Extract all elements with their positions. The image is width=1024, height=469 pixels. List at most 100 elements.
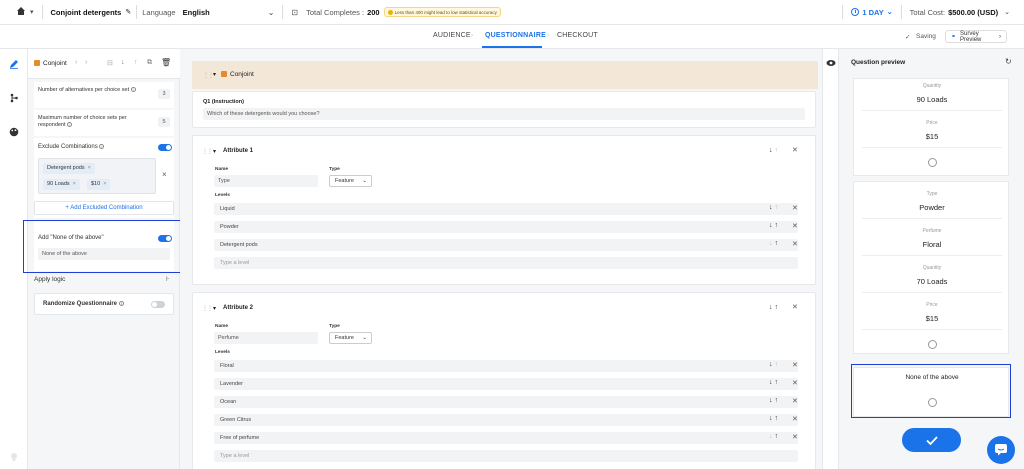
- delete-level-icon[interactable]: ✕: [792, 222, 798, 230]
- edit-pencil-icon[interactable]: ✎: [125, 8, 131, 16]
- tab-audience[interactable]: AUDIENCE: [433, 32, 471, 39]
- delete-icon[interactable]: 🗑: [161, 58, 171, 67]
- preview-option-card[interactable]: Type Powder Perfume Floral Quantity 70 L…: [853, 181, 1009, 354]
- submit-button[interactable]: [902, 428, 961, 452]
- delete-attribute-icon[interactable]: ✕: [792, 303, 798, 311]
- move-up-icon[interactable]: ↑: [134, 59, 138, 66]
- chevron-down-icon[interactable]: ⌄: [1004, 8, 1010, 16]
- tab-checkout[interactable]: CHECKOUT: [557, 32, 598, 39]
- home-icon[interactable]: [16, 7, 26, 17]
- attribute-type-select[interactable]: Feature ⌄: [329, 332, 372, 344]
- question-preview-panel: Question preview ↻ Quantity 90 Loads Pri…: [838, 49, 1024, 469]
- attribute-move-controls[interactable]: ↓ ↑: [769, 147, 778, 154]
- survey-title[interactable]: Conjoint detergents: [51, 8, 122, 17]
- level-input[interactable]: Floral: [214, 360, 798, 372]
- drag-handle-icon[interactable]: ⋮⋮: [202, 148, 213, 155]
- next-arrow-icon[interactable]: ›: [85, 59, 87, 66]
- attribute-name-input[interactable]: Perfume: [214, 332, 318, 344]
- logic-flow-icon[interactable]: [9, 93, 19, 103]
- option-radio[interactable]: [928, 340, 937, 349]
- chevron-right-icon: ›: [999, 33, 1001, 40]
- survey-preview-button[interactable]: ⚭ Survey Preview ›: [945, 30, 1007, 43]
- move-down-icon[interactable]: ↓: [121, 59, 125, 66]
- language-select[interactable]: English: [183, 8, 210, 17]
- delete-level-icon[interactable]: ✕: [792, 361, 798, 369]
- exclude-chip[interactable]: $10 ×: [87, 179, 111, 190]
- drag-handle-icon[interactable]: ⋮⋮: [202, 305, 213, 312]
- level-move-controls[interactable]: ↓ ↑: [769, 361, 778, 368]
- tab-questionnaire[interactable]: QUESTIONNAIRE: [485, 32, 546, 39]
- attribute-name-input[interactable]: Type: [214, 175, 318, 187]
- new-level-input[interactable]: Type a level: [214, 257, 798, 269]
- exclude-chip[interactable]: 90 Loads ×: [43, 179, 80, 190]
- edit-icon[interactable]: [9, 59, 19, 69]
- divider: [862, 255, 1002, 256]
- divider: [41, 5, 43, 19]
- remove-combination-icon[interactable]: ×: [162, 170, 167, 179]
- refresh-icon[interactable]: ↻: [1005, 57, 1012, 66]
- level-input[interactable]: Liquid: [214, 203, 798, 215]
- level-move-controls[interactable]: ↓ ↑: [769, 240, 778, 247]
- level-move-controls[interactable]: ↓ ↑: [769, 379, 778, 386]
- chevron-down-icon: ⌄: [886, 9, 893, 16]
- delete-level-icon[interactable]: ✕: [792, 379, 798, 387]
- block-title: Conjoint: [221, 71, 254, 78]
- chevron-down-icon: ⌄: [362, 335, 367, 341]
- copy-icon[interactable]: ⧉: [147, 59, 152, 67]
- theme-palette-icon[interactable]: [9, 127, 19, 137]
- attribute-type-select[interactable]: Feature ⌄: [329, 175, 372, 187]
- level-move-controls[interactable]: ↓ ↑: [769, 204, 778, 211]
- alternatives-input[interactable]: 3: [158, 89, 170, 99]
- new-level-input[interactable]: Type a level: [214, 450, 798, 462]
- top-bar: ▾ Conjoint detergents ✎ Language English…: [0, 0, 1024, 25]
- delete-level-icon[interactable]: ✕: [792, 204, 798, 212]
- price-value: $15: [925, 132, 939, 141]
- level-input[interactable]: Detergent pods: [214, 239, 798, 251]
- eye-icon[interactable]: [826, 59, 836, 67]
- level-input[interactable]: Powder: [214, 221, 798, 233]
- type-value: Powder: [919, 203, 945, 212]
- max-choice-input[interactable]: 5: [158, 117, 170, 127]
- preview-option-card[interactable]: Quantity 90 Loads Price $15: [853, 78, 1009, 176]
- level-move-controls[interactable]: ↓ ↑: [769, 415, 778, 422]
- duration-select[interactable]: 1 DAY ⌄: [851, 8, 893, 17]
- delete-attribute-icon[interactable]: ✕: [792, 146, 798, 154]
- add-excluded-combination-button[interactable]: + Add Excluded Combination: [34, 201, 174, 215]
- logic-icon[interactable]: ⊦: [166, 275, 170, 283]
- level-input[interactable]: Ocean: [214, 396, 798, 408]
- level-move-controls[interactable]: ↓ ↑: [769, 433, 778, 440]
- level-input[interactable]: Green Citrus: [214, 414, 798, 426]
- prev-arrow-icon[interactable]: ‹: [75, 59, 77, 66]
- chat-support-button[interactable]: [987, 436, 1015, 464]
- drag-handle-icon[interactable]: ⋮⋮: [203, 72, 214, 79]
- conjoint-block-header[interactable]: ⋮⋮ ▾ Conjoint: [192, 61, 818, 89]
- collapse-caret-icon[interactable]: ▾: [213, 148, 216, 155]
- divider: [842, 5, 844, 19]
- exclude-chip[interactable]: Detergent pods ×: [43, 163, 95, 174]
- collapse-icon[interactable]: ⊟: [107, 59, 113, 67]
- question-text-input[interactable]: Which of these detergents would you choo…: [203, 108, 805, 120]
- question-card[interactable]: Q1 (Instruction) Which of these detergen…: [192, 91, 816, 128]
- delete-level-icon[interactable]: ✕: [792, 433, 798, 441]
- level-input[interactable]: Free of perfume: [214, 432, 798, 444]
- apply-logic-label[interactable]: Apply logic: [34, 276, 65, 283]
- lightbulb-icon[interactable]: [9, 452, 19, 462]
- attribute-move-controls[interactable]: ↓ ↑: [769, 304, 778, 311]
- delete-level-icon[interactable]: ✕: [792, 397, 798, 405]
- chevron-down-icon[interactable]: ▾: [30, 8, 34, 16]
- option-radio[interactable]: [928, 158, 937, 167]
- chevron-down-icon[interactable]: ⌄: [268, 8, 275, 17]
- level-input[interactable]: Lavender: [214, 378, 798, 390]
- level-move-controls[interactable]: ↓ ↑: [769, 397, 778, 404]
- completes-value[interactable]: 200: [367, 8, 380, 17]
- info-icon: i: [130, 87, 136, 93]
- randomize-toggle[interactable]: [151, 301, 165, 308]
- collapse-caret-icon[interactable]: ▾: [213, 71, 216, 78]
- delete-level-icon[interactable]: ✕: [792, 240, 798, 248]
- name-label: Name: [215, 324, 229, 329]
- collapse-caret-icon[interactable]: ▾: [213, 305, 216, 312]
- quantity-label: Quantity: [922, 265, 942, 271]
- level-move-controls[interactable]: ↓ ↑: [769, 222, 778, 229]
- delete-level-icon[interactable]: ✕: [792, 415, 798, 423]
- exclude-toggle[interactable]: [158, 144, 172, 151]
